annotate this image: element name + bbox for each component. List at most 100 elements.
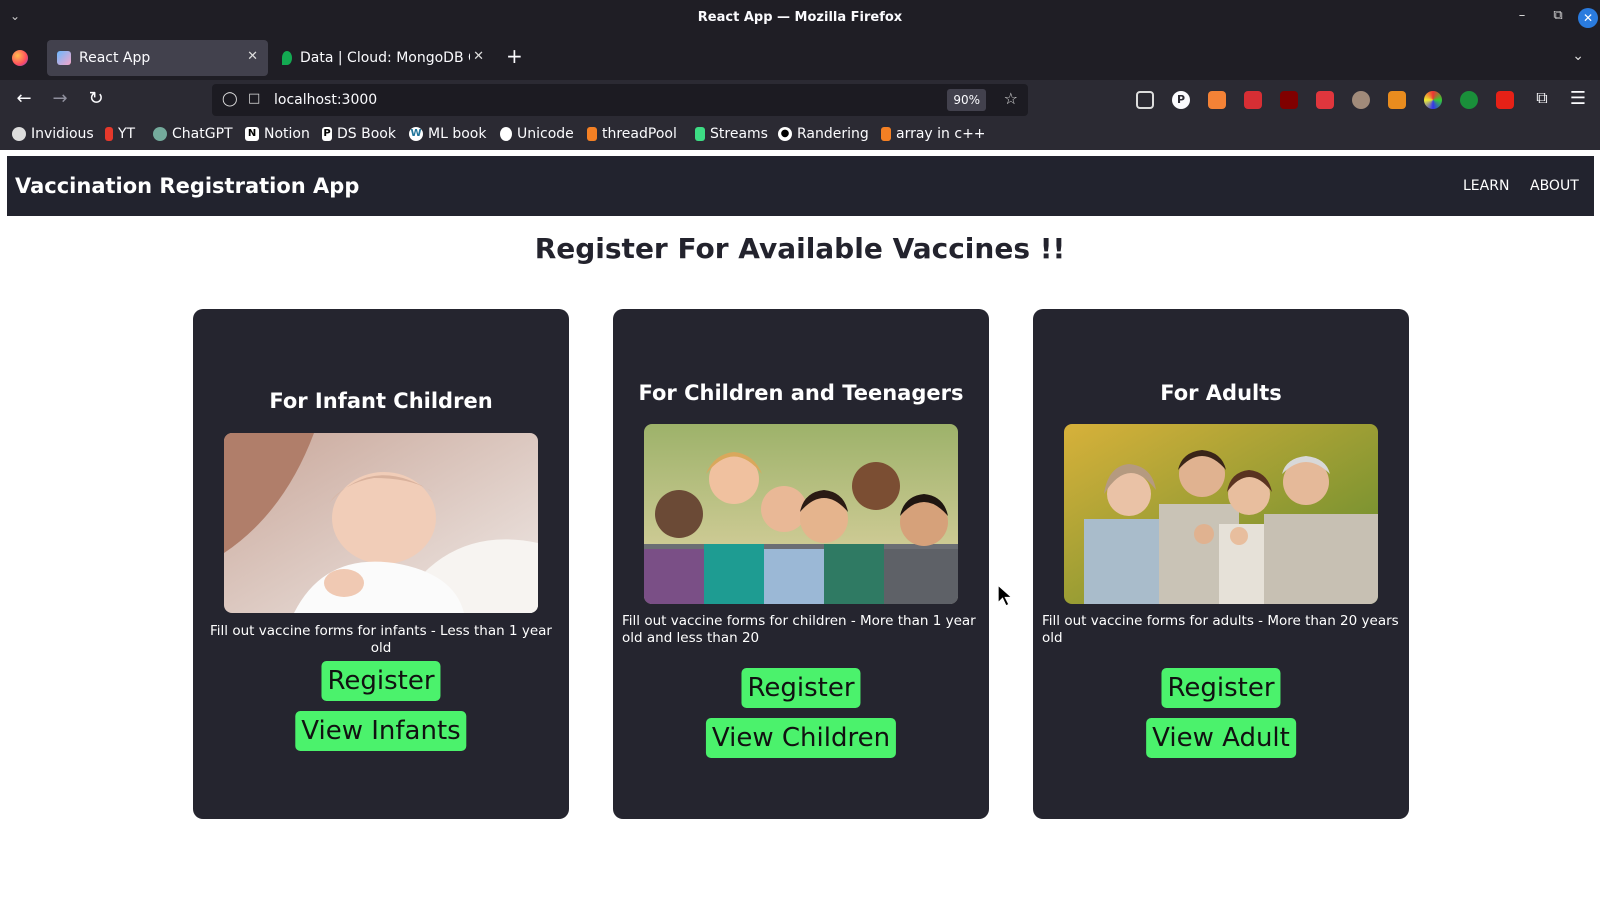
- forward-icon[interactable]: →: [48, 88, 72, 109]
- page-title: Register For Available Vaccines !!: [534, 232, 1066, 265]
- firefox-logo-icon[interactable]: [12, 50, 28, 66]
- unicode-icon: [500, 127, 512, 141]
- bookmark-unicode[interactable]: Unicode: [500, 126, 574, 142]
- tab-strip: React App ✕ Data | Cloud: MongoDB C ✕ + …: [0, 36, 1600, 80]
- reload-icon[interactable]: ↻: [84, 88, 108, 109]
- chatgpt-icon: [153, 127, 167, 141]
- page-info-icon[interactable]: □: [248, 91, 260, 106]
- bookmark-invidious[interactable]: Invidious: [12, 126, 94, 142]
- zoom-level-badge[interactable]: 90%: [947, 89, 986, 111]
- mouse-cursor-icon: [997, 584, 1014, 607]
- mongodb-leaf-icon: [282, 51, 292, 65]
- ublock-icon[interactable]: [1280, 91, 1298, 109]
- bookmark-chatgpt[interactable]: ChatGPT: [153, 126, 233, 142]
- close-window-icon[interactable]: ✕: [1578, 8, 1598, 28]
- view-infants-button[interactable]: View Infants: [295, 711, 467, 751]
- view-children-button[interactable]: View Children: [705, 718, 897, 758]
- bookmark-star-icon[interactable]: ☆: [1004, 89, 1018, 108]
- register-infants-button[interactable]: Register: [321, 661, 441, 701]
- card-description: Fill out vaccine forms for adults - More…: [1042, 613, 1399, 646]
- bookmarks-toolbar: Invidious YT ChatGPT N Notion P DS Book WM…: [0, 120, 1600, 150]
- infant-photo-illustration: [224, 433, 538, 613]
- tab-label: Data | Cloud: MongoDB C: [300, 50, 470, 66]
- bookmark-label: Unicode: [517, 126, 574, 142]
- tab-label: React App: [79, 50, 151, 66]
- extension-tile-icon[interactable]: [1244, 91, 1262, 109]
- app-brand[interactable]: Vaccination Registration App: [15, 174, 359, 198]
- page-viewport: Vaccination Registration App LEARN ABOUT…: [0, 150, 1600, 900]
- bookmark-label: array in c++: [896, 126, 986, 142]
- bookmark-yt[interactable]: YT: [105, 126, 135, 142]
- bookmark-randering[interactable]: ● Randering: [778, 126, 869, 142]
- adults-photo-illustration: [1064, 424, 1378, 604]
- close-tab-icon[interactable]: ✕: [473, 49, 484, 64]
- pocket-icon[interactable]: [1136, 91, 1154, 109]
- navigation-toolbar: ← → ↻ ◯ □ localhost:3000 90% ☆ P ⧉ ☰: [0, 80, 1600, 120]
- medium-icon: ●: [778, 127, 792, 141]
- bookmark-threadpool[interactable]: threadPool: [587, 126, 677, 142]
- bookmark-label: ChatGPT: [172, 126, 233, 142]
- bookmark-notion[interactable]: N Notion: [245, 126, 310, 142]
- extension-person-icon[interactable]: [1388, 91, 1406, 109]
- children-photo-illustration: [644, 424, 958, 604]
- extension-p-icon[interactable]: P: [1172, 91, 1190, 109]
- extensions-puzzle-icon[interactable]: ⧉: [1530, 88, 1554, 108]
- bookmark-ds-book[interactable]: P DS Book: [322, 126, 396, 142]
- card-description: Fill out vaccine forms for infants - Les…: [210, 623, 552, 656]
- ds-book-icon: P: [322, 127, 332, 141]
- bookmark-label: Notion: [264, 126, 310, 142]
- bookmark-label: Invidious: [31, 126, 94, 142]
- card-adults: For Adults Fill out vaccine forms for ad…: [1033, 309, 1409, 819]
- window-title: React App — Mozilla Firefox: [697, 10, 903, 25]
- restore-icon[interactable]: ⧉: [1548, 8, 1568, 23]
- tab-react-app[interactable]: React App ✕: [47, 40, 268, 76]
- register-children-button[interactable]: Register: [741, 668, 861, 708]
- card-description: Fill out vaccine forms for children - Mo…: [622, 613, 976, 646]
- youtube-extension-icon[interactable]: [1496, 91, 1514, 109]
- react-favicon-icon: [57, 51, 71, 65]
- bookmark-label: ML book: [428, 126, 487, 142]
- register-adults-button[interactable]: Register: [1161, 668, 1281, 708]
- new-tab-icon[interactable]: +: [506, 44, 523, 68]
- extension-green-icon[interactable]: [1460, 91, 1478, 109]
- yt-icon: [105, 127, 113, 141]
- card-infants: For Infant Children Fill out vaccine for…: [193, 309, 569, 819]
- stackoverflow-icon: [881, 127, 891, 141]
- card-children: For Children and Teenagers Fill out vacc…: [613, 309, 989, 819]
- invidious-icon: [12, 127, 26, 141]
- close-tab-icon[interactable]: ✕: [247, 49, 258, 64]
- minimize-icon[interactable]: –: [1512, 8, 1532, 23]
- back-icon[interactable]: ←: [12, 88, 36, 109]
- app-navbar: Vaccination Registration App LEARN ABOUT: [7, 156, 1594, 216]
- url-text[interactable]: localhost:3000: [274, 92, 377, 108]
- children-photo: [644, 424, 958, 604]
- address-bar[interactable]: ◯ □ localhost:3000 90% ☆: [212, 84, 1028, 116]
- infant-photo: [224, 433, 538, 613]
- extension-bin-icon[interactable]: [1208, 91, 1226, 109]
- android-icon: [695, 127, 705, 141]
- card-title: For Infant Children: [269, 389, 493, 413]
- bookmark-label: DS Book: [337, 126, 396, 142]
- color-picker-icon[interactable]: [1424, 91, 1442, 109]
- extension-face-icon[interactable]: [1352, 91, 1370, 109]
- bookmark-label: Streams: [710, 126, 768, 142]
- nav-learn-link[interactable]: LEARN: [1463, 178, 1509, 194]
- bookmark-array-cpp[interactable]: array in c++: [881, 126, 986, 142]
- list-all-tabs-icon[interactable]: ⌄: [1572, 48, 1584, 64]
- shield-icon[interactable]: ◯: [222, 91, 238, 107]
- bookmark-label: YT: [118, 126, 136, 142]
- hamburger-menu-icon[interactable]: ☰: [1566, 88, 1590, 109]
- screenshot-icon[interactable]: [1316, 91, 1334, 109]
- notion-icon: N: [245, 127, 259, 141]
- view-adults-button[interactable]: View Adult: [1146, 718, 1296, 758]
- nav-about-link[interactable]: ABOUT: [1530, 178, 1579, 194]
- bookmark-streams[interactable]: Streams: [695, 126, 768, 142]
- bookmark-ml-book[interactable]: W ML book: [409, 126, 486, 142]
- bookmark-label: Randering: [797, 126, 869, 142]
- card-title: For Adults: [1160, 381, 1282, 405]
- bookmark-label: threadPool: [602, 126, 677, 142]
- stackoverflow-icon: [587, 127, 597, 141]
- wordpress-icon: W: [409, 127, 423, 141]
- window-titlebar: ⌄ React App — Mozilla Firefox – ⧉ ✕: [0, 0, 1600, 36]
- tab-mongodb[interactable]: Data | Cloud: MongoDB C ✕: [272, 40, 494, 76]
